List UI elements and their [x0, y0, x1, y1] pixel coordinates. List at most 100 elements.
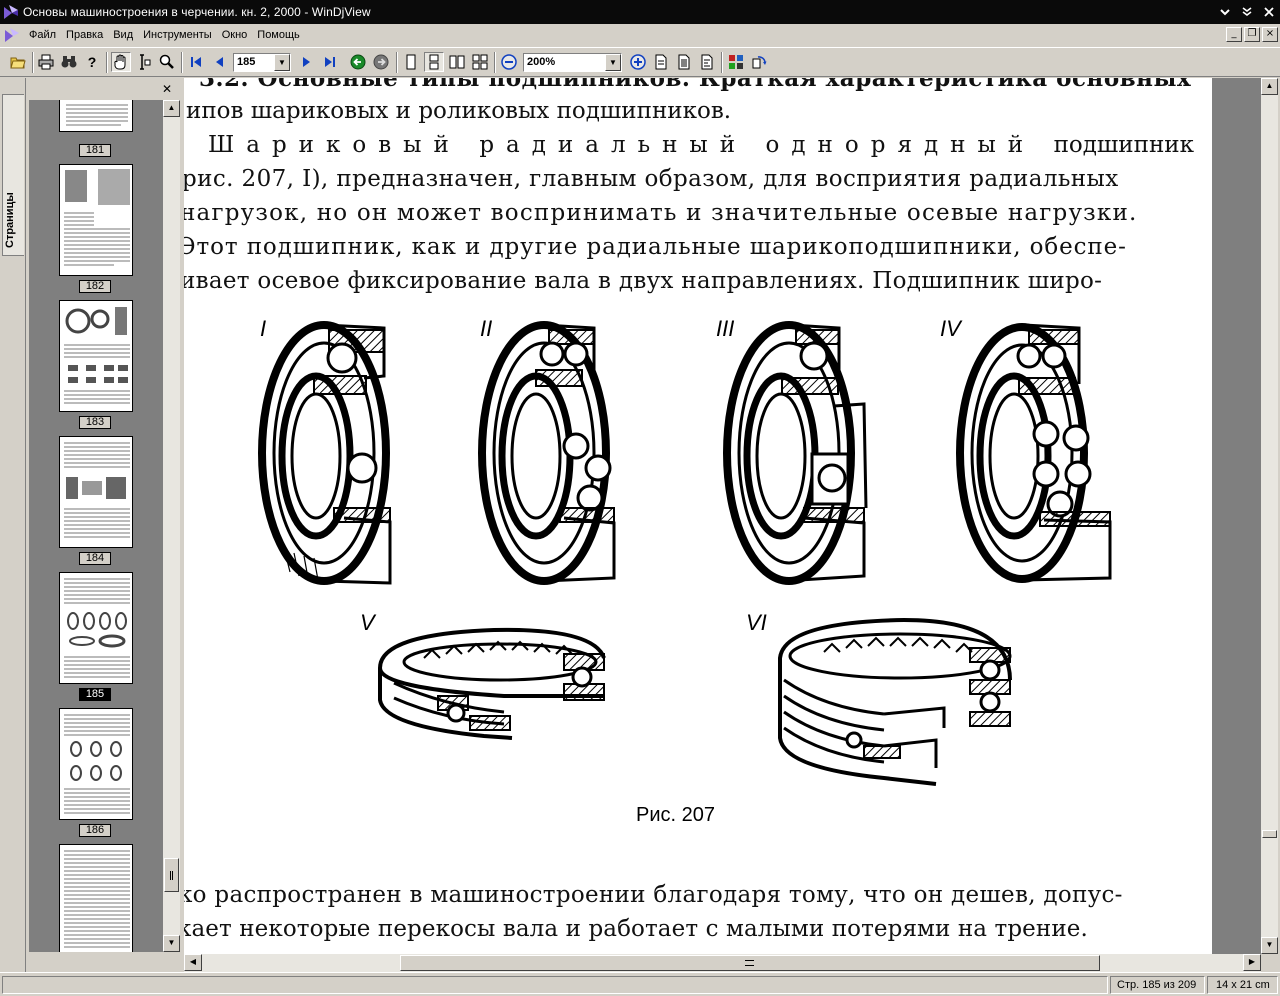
zoom-combo[interactable]: 200% ▼	[523, 53, 622, 72]
doc-scroll-right[interactable]: ▶	[1243, 954, 1261, 971]
first-page-icon	[191, 57, 201, 67]
previous-page-button[interactable]	[209, 52, 229, 72]
binoculars-icon	[61, 56, 77, 68]
text-line-6: Этот подшипник, как и другие радиальные …	[184, 234, 1127, 260]
print-button[interactable]	[36, 52, 56, 72]
toolbar: ? 185 ▼ 200% ▼	[0, 47, 1280, 77]
hand-icon	[114, 54, 126, 70]
back-button[interactable]	[348, 52, 368, 72]
zoom-out-button[interactable]	[499, 52, 519, 72]
forward-arrow-icon	[373, 54, 389, 70]
select-tool-button[interactable]	[134, 52, 154, 72]
doc-scroll-thumb[interactable]	[1262, 830, 1277, 838]
zoom-tool-button[interactable]	[157, 52, 177, 72]
continuous-layout-button[interactable]	[424, 52, 444, 72]
close-pane-button[interactable]: ✕	[162, 82, 172, 96]
thumbnail-page-184[interactable]	[59, 436, 133, 548]
double-chevron-down-icon	[1242, 7, 1252, 16]
back-arrow-icon	[350, 54, 366, 70]
display-mode-icon	[729, 55, 743, 69]
facing-pages-button[interactable]	[447, 52, 467, 72]
thumbnails-pane: ✕ 181 182 183 184 185 186 187 ▲	[29, 78, 180, 972]
thumbnail-page-182[interactable]	[59, 164, 133, 276]
printer-icon	[38, 54, 54, 70]
document-horizontal-scrollbar[interactable]: ◀ ▶	[184, 954, 1261, 972]
thumbnail-label-181[interactable]: 181	[79, 144, 111, 157]
last-page-button[interactable]	[320, 52, 340, 72]
page-number-combo[interactable]: 185 ▼	[233, 53, 291, 72]
doc-scroll-up[interactable]: ▲	[1261, 78, 1278, 95]
status-page-info: Стр. 185 из 209	[1110, 976, 1205, 994]
status-bar: Стр. 185 из 209 14 x 21 cm	[0, 972, 1280, 996]
text-cursor-icon	[140, 54, 151, 70]
menu-window[interactable]: Окно	[217, 29, 253, 41]
doc-restore-button[interactable]: ❐	[1244, 27, 1260, 42]
display-mode-button[interactable]	[726, 52, 746, 72]
doc-scroll-down[interactable]: ▼	[1261, 937, 1278, 954]
menu-bar: Файл Правка Вид Инструменты Окно Помощь …	[0, 24, 1280, 45]
first-page-button[interactable]	[186, 52, 206, 72]
hand-tool-button[interactable]	[111, 52, 131, 72]
maximize-button[interactable]	[1236, 2, 1258, 22]
previous-page-icon	[216, 57, 223, 67]
thumbnail-page-183[interactable]	[59, 300, 133, 412]
doc-close-button[interactable]: ×	[1262, 27, 1278, 42]
thumbnail-label-184[interactable]: 184	[79, 552, 111, 565]
thumbnail-scrollbar[interactable]: ▲ ▼	[163, 100, 180, 952]
rotate-button[interactable]	[749, 52, 769, 72]
minimize-button[interactable]	[1214, 2, 1236, 22]
text-line-9: кает некоторые перекосы вала и работает …	[184, 916, 1088, 942]
thumbnail-label-185[interactable]: 185	[79, 688, 111, 701]
spaced-word-1: Шариковый	[208, 132, 461, 158]
menu-file[interactable]: Файл	[24, 29, 61, 41]
open-button[interactable]	[8, 52, 28, 72]
menu-edit[interactable]: Правка	[61, 29, 108, 41]
fit-width-button[interactable]	[674, 52, 694, 72]
help-button[interactable]: ?	[82, 52, 102, 72]
document-view[interactable]: 3.2. Основные типы подшипников. Краткая …	[184, 78, 1261, 954]
next-page-button[interactable]	[297, 52, 317, 72]
menu-view[interactable]: Вид	[108, 29, 138, 41]
next-page-icon	[303, 57, 310, 67]
folder-open-icon	[10, 57, 26, 69]
document-page: 3.2. Основные типы подшипников. Краткая …	[184, 78, 1212, 954]
thumbnail-scroll-down[interactable]: ▼	[163, 935, 180, 952]
figure-label-VI: VI	[746, 610, 767, 635]
status-empty-cell	[2, 976, 1108, 994]
find-button[interactable]	[59, 52, 79, 72]
thumbnail-list[interactable]: 181 182 183 184 185 186 187	[29, 100, 163, 952]
spaced-word-3: однорядный	[765, 132, 1036, 158]
magnifier-icon	[159, 54, 174, 69]
text-line-4: рис. 207, I), предназначен, главным обра…	[184, 166, 1119, 192]
page-dropdown-button[interactable]: ▼	[274, 54, 290, 71]
thumbnail-label-183[interactable]: 183	[79, 416, 111, 429]
figure-label-III: III	[716, 316, 734, 341]
bearings-figure: I II III IV V VI	[258, 316, 1112, 786]
thumbnail-scroll-up[interactable]: ▲	[163, 100, 180, 117]
doc-hscroll-thumb[interactable]	[400, 955, 1100, 971]
thumbnail-label-182[interactable]: 182	[79, 280, 111, 293]
zoom-value: 200%	[527, 56, 556, 68]
thumbnail-scroll-thumb[interactable]	[164, 858, 179, 892]
menu-help[interactable]: Помощь	[252, 29, 305, 41]
actual-size-button[interactable]	[697, 52, 717, 72]
fit-page-button[interactable]	[651, 52, 671, 72]
thumbnail-label-186[interactable]: 186	[79, 824, 111, 837]
continuous-facing-button[interactable]	[470, 52, 490, 72]
menu-tools[interactable]: Инструменты	[138, 29, 217, 41]
status-page-size: 14 x 21 cm	[1207, 976, 1278, 994]
help-question-icon: ?	[87, 54, 97, 70]
zoom-in-button[interactable]	[628, 52, 648, 72]
text-line-3: Шариковый радиальный однорядный подшипни…	[208, 132, 1194, 158]
doc-minimize-button[interactable]: _	[1226, 27, 1242, 42]
thumbnail-page-185[interactable]	[59, 572, 133, 684]
single-page-button[interactable]	[401, 52, 421, 72]
thumbnail-page-187[interactable]	[59, 844, 133, 952]
thumbnail-page-186[interactable]	[59, 708, 133, 820]
forward-button[interactable]	[371, 52, 391, 72]
thumbnail-page-181[interactable]	[59, 100, 133, 132]
document-vscroll[interactable]: ▲ ▼	[1261, 78, 1278, 954]
doc-scroll-left[interactable]: ◀	[184, 954, 202, 971]
zoom-dropdown-button[interactable]: ▼	[605, 54, 621, 71]
close-window-button[interactable]	[1258, 2, 1280, 22]
